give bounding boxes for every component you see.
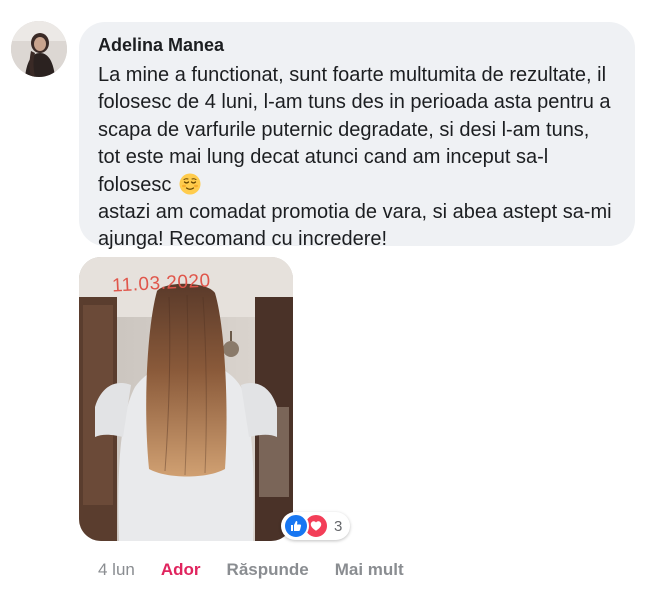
reaction-count: 3 (334, 517, 343, 535)
comment-text-end: astazi am comadat promotia de vara, si a… (98, 201, 612, 251)
reactions-summary[interactable]: 3 (281, 512, 351, 540)
comment-photo[interactable]: 11.03.2020 (79, 257, 293, 541)
avatar[interactable] (11, 21, 67, 77)
relieved-face-icon (179, 173, 201, 195)
reply-button[interactable]: Răspunde (227, 559, 309, 581)
like-icon (283, 513, 309, 539)
comment-actions: 4 lun Ador Răspunde Mai mult (98, 559, 430, 581)
comment-timestamp[interactable]: 4 lun (98, 559, 135, 581)
comment-author[interactable]: Adelina Manea (98, 33, 617, 57)
more-button[interactable]: Mai mult (335, 559, 404, 581)
comment-text: La mine a functionat, sunt foarte multum… (98, 62, 617, 254)
comment-bubble: Adelina Manea La mine a functionat, sunt… (79, 22, 635, 250)
comment-text-main: La mine a functionat, sunt foarte multum… (98, 64, 611, 196)
reaction-button[interactable]: Ador (161, 559, 201, 581)
